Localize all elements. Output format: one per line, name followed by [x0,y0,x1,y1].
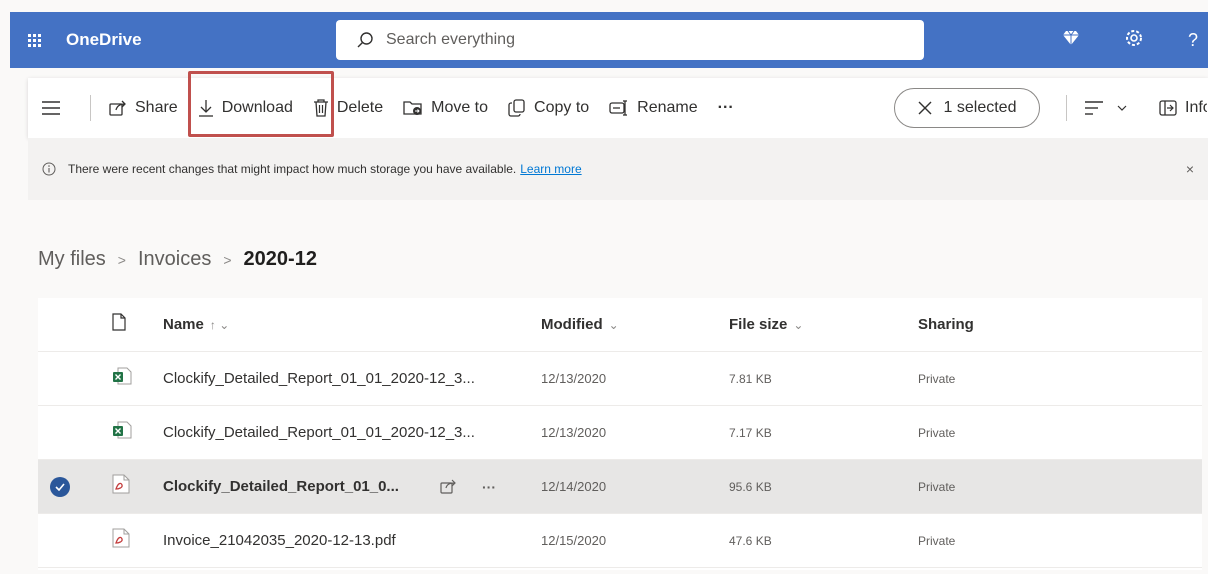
trash-icon [313,99,328,117]
file-name[interactable]: Clockify_Detailed_Report_01_0... [163,478,399,495]
pdf-file-icon [112,474,130,499]
file-sharing: Private [918,371,956,386]
download-button[interactable]: Download [188,88,303,128]
column-size-label: File size [729,316,788,333]
share-icon[interactable] [440,479,456,494]
file-size: 95.6 KB [729,479,772,494]
close-icon[interactable] [918,101,932,115]
checkmark-icon [50,476,70,497]
chevron-down-icon [1117,105,1127,111]
move-folder-icon [403,101,422,115]
file-name[interactable]: Clockify_Detailed_Report_01_01_2020-12_3… [163,424,475,441]
move-to-button[interactable]: Move to [393,88,498,128]
column-modified-label: Modified [541,316,603,333]
file-modified: 12/14/2020 [541,479,607,494]
chevron-right-icon: > [223,251,232,268]
column-name-label: Name [163,316,204,333]
gear-icon[interactable] [1124,28,1144,53]
delete-label: Delete [336,99,384,116]
table-row[interactable]: Invoice_21042035_2020-12-13.pdf 12/15/20… [38,514,1202,568]
info-pane-icon [1159,100,1177,116]
sort-icon [1085,101,1103,115]
app-launcher-icon[interactable] [10,12,58,68]
copy-to-label: Copy to [534,99,590,116]
chevron-down-icon: ⌄ [608,318,619,332]
file-size: 47.6 KB [729,533,772,548]
share-button[interactable]: Share [99,88,188,128]
divider [1066,95,1067,121]
file-name[interactable]: Invoice_21042035_2020-12-13.pdf [163,532,396,549]
column-header-file-size[interactable]: File size ⌄ [729,316,803,333]
more-actions-button[interactable]: ··· [708,88,744,128]
file-sharing: Private [918,533,956,548]
menu-button[interactable] [28,88,82,128]
divider [90,95,91,121]
excel-file-icon [112,420,132,445]
sort-options-button[interactable] [1075,88,1145,128]
pdf-file-icon [112,528,130,553]
info-icon [42,162,56,176]
column-header-sharing[interactable]: Sharing [918,316,974,333]
selection-pill[interactable]: 1 selected [894,88,1040,128]
notice-close-icon[interactable]: × [1186,161,1194,177]
top-bar: OneDrive Search everything ? [10,12,1208,68]
download-icon [198,100,213,117]
excel-file-icon [112,366,132,391]
file-sharing: Private [918,425,956,440]
hamburger-icon [42,101,60,115]
file-sharing: Private [918,479,956,494]
copy-to-button[interactable]: Copy to [498,88,599,128]
table-row[interactable]: Clockify_Detailed_Report_01_01_2020-12_3… [38,352,1202,406]
search-input[interactable]: Search everything [386,31,515,49]
diamond-icon[interactable] [1062,30,1080,51]
breadcrumb-invoices[interactable]: Invoices [138,248,211,271]
file-list: Name ↑ ⌄ Modified ⌄ File size ⌄ Sharing Clo… [38,298,1202,570]
info-label: Info [1185,99,1207,116]
column-header-name[interactable]: Name ↑ ⌄ [163,316,229,333]
share-icon [109,100,126,116]
rename-button[interactable]: Rename [599,88,707,128]
delete-button[interactable]: Delete [303,88,393,128]
file-modified: 12/13/2020 [541,425,607,440]
sort-ascending-icon: ↑ ⌄ [209,318,230,332]
notice-text: There were recent changes that might imp… [68,162,517,176]
selected-count: 1 selected [943,99,1017,116]
file-type-header-icon[interactable] [112,313,126,336]
file-size: 7.17 KB [729,425,772,440]
command-bar: Share Download Delete Move to Copy to Re… [28,71,1208,138]
file-modified: 12/15/2020 [541,533,607,548]
rename-label: Rename [637,99,698,116]
search-box[interactable]: Search everything [336,20,924,60]
file-size: 7.81 KB [729,371,772,386]
chevron-right-icon: > [117,251,126,268]
help-icon[interactable]: ? [1188,30,1198,51]
file-name[interactable]: Clockify_Detailed_Report_01_01_2020-12_3… [163,370,475,387]
info-button[interactable]: Info [1145,88,1208,128]
download-label: Download [221,99,293,116]
share-label: Share [135,99,178,116]
breadcrumb-current: 2020-12 [243,248,317,270]
copy-icon [508,99,525,117]
table-row-selected[interactable]: Clockify_Detailed_Report_01_0... ··· 12/… [38,460,1202,514]
search-icon [357,32,373,48]
row-checkbox[interactable] [50,476,70,497]
storage-notice: There were recent changes that might imp… [28,138,1208,200]
app-name[interactable]: OneDrive [66,30,336,50]
chevron-down-icon: ⌄ [793,318,804,332]
learn-more-link[interactable]: Learn more [520,162,581,176]
row-actions: ··· [440,479,496,495]
table-row[interactable]: Clockify_Detailed_Report_01_01_2020-12_3… [38,406,1202,460]
breadcrumb-my-files[interactable]: My files [38,248,106,271]
breadcrumb: My files > Invoices > 2020-12 [38,248,317,271]
move-to-label: Move to [431,99,489,116]
column-header-modified[interactable]: Modified ⌄ [541,316,619,333]
more-options-icon[interactable]: ··· [482,479,496,495]
file-modified: 12/13/2020 [541,371,607,386]
rename-icon [609,100,628,116]
table-header: Name ↑ ⌄ Modified ⌄ File size ⌄ Sharing [38,298,1202,352]
